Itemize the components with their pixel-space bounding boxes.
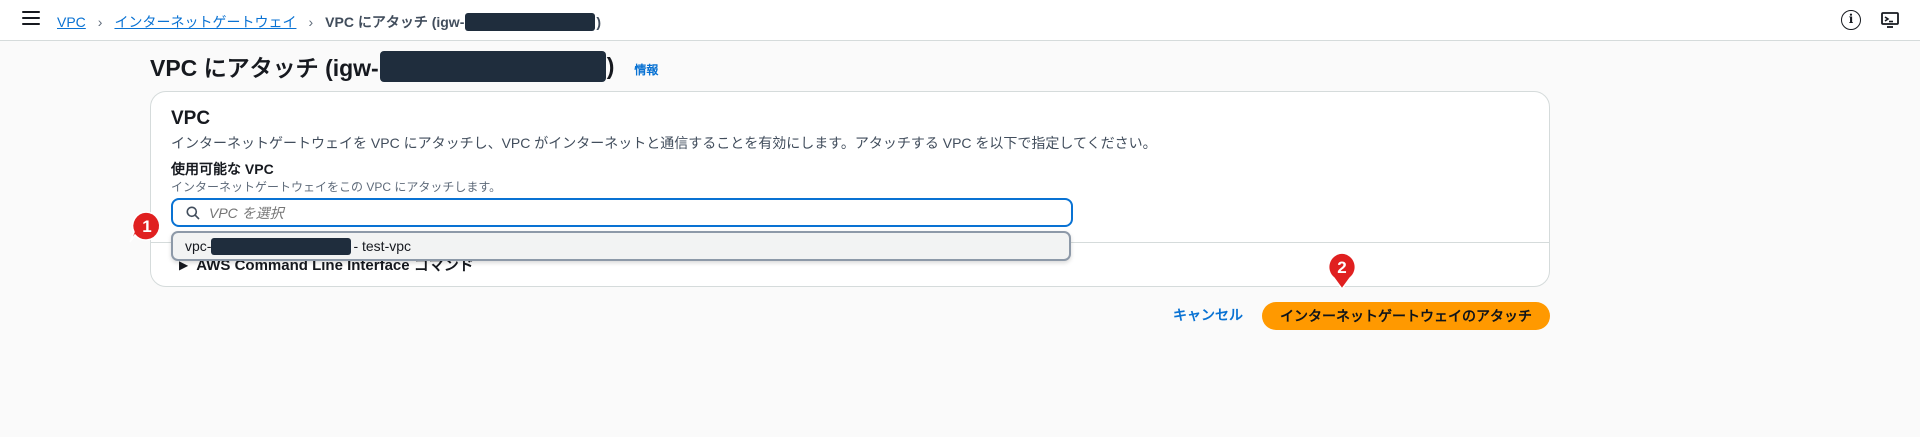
top-navigation-bar: VPC › インターネットゲートウェイ › VPC にアタッチ (igw-) i bbox=[0, 0, 1920, 41]
breadcrumb-vpc[interactable]: VPC bbox=[57, 14, 86, 30]
info-icon[interactable]: i bbox=[1841, 10, 1861, 30]
cancel-button[interactable]: キャンセル bbox=[1173, 305, 1243, 325]
vpc-dropdown-option[interactable]: vpc- - test-vpc bbox=[171, 231, 1071, 261]
breadcrumb-current: VPC にアタッチ (igw-) bbox=[325, 12, 601, 32]
info-link[interactable]: 情報 bbox=[634, 61, 658, 78]
breadcrumb-current-prefix: VPC にアタッチ (igw- bbox=[325, 14, 465, 30]
section-title: VPC bbox=[171, 108, 211, 129]
marker-2-label: 2 bbox=[1337, 258, 1346, 277]
search-icon bbox=[186, 206, 200, 220]
step-marker-1: 1 bbox=[129, 211, 161, 243]
hamburger-icon[interactable] bbox=[22, 11, 40, 27]
marker-1-label: 1 bbox=[142, 217, 151, 236]
breadcrumb-current-suffix: ) bbox=[596, 14, 602, 30]
vpc-search-field[interactable] bbox=[209, 204, 1009, 221]
option-suffix: - test-vpc bbox=[353, 238, 412, 254]
page-title-prefix: VPC にアタッチ (igw- bbox=[150, 55, 379, 81]
redacted-id bbox=[379, 50, 606, 82]
cloudshell-icon[interactable] bbox=[1880, 10, 1900, 30]
breadcrumb: VPC › インターネットゲートウェイ › VPC にアタッチ (igw-) bbox=[57, 12, 601, 32]
page-header: VPC にアタッチ (igw-) 情報 bbox=[150, 49, 658, 83]
section-description: インターネットゲートウェイを VPC にアタッチし、VPC がインターネットと通… bbox=[171, 135, 1157, 151]
redacted-id bbox=[211, 237, 352, 255]
chevron-right-icon: › bbox=[308, 14, 314, 30]
page-title-suffix: ) bbox=[606, 52, 615, 79]
option-prefix: vpc- bbox=[185, 238, 212, 254]
page-title: VPC にアタッチ (igw-) bbox=[150, 49, 614, 83]
attach-internet-gateway-button[interactable]: インターネットゲートウェイのアタッチ bbox=[1262, 302, 1550, 330]
redacted-id bbox=[465, 13, 596, 31]
vpc-select-input[interactable] bbox=[171, 198, 1073, 227]
field-label: 使用可能な VPC bbox=[171, 161, 274, 177]
breadcrumb-internet-gateways[interactable]: インターネットゲートウェイ bbox=[114, 12, 296, 32]
field-description: インターネットゲートウェイをこの VPC にアタッチします。 bbox=[171, 180, 502, 194]
chevron-right-icon: › bbox=[97, 14, 103, 30]
step-marker-2: 2 bbox=[1327, 252, 1357, 291]
